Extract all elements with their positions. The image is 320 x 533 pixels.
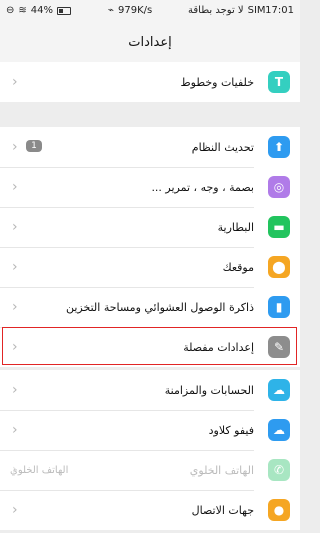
settings-row-value: الهاتف الخلوي <box>10 464 69 476</box>
settings-row[interactable]: ✎ إعدادات مفصلة ‹ <box>0 327 300 367</box>
settings-row: ✆ الهاتف الخلوي الهاتف الخلوي ‹ <box>0 450 300 490</box>
page-title: إعدادات <box>128 34 172 50</box>
settings-row-label: جهات الاتصال <box>191 503 254 517</box>
selection-highlight <box>2 327 297 365</box>
row-divider <box>0 207 254 208</box>
contacts-icon: ● <box>268 499 290 521</box>
chevron-left-icon: ‹ <box>12 259 18 275</box>
row-divider <box>0 247 254 248</box>
row-divider <box>0 410 254 411</box>
row-divider <box>0 167 254 168</box>
settings-row[interactable]: ☁ الحسابات والمزامنة ‹ <box>0 370 300 410</box>
status-time: 17:01 <box>265 5 294 16</box>
settings-row[interactable]: ● جهات الاتصال ‹ <box>0 490 300 530</box>
settings-row-label: موقعك <box>222 260 254 274</box>
settings-row[interactable]: ▬ البطارية ‹ <box>0 207 300 247</box>
settings-row[interactable]: ◎ بصمة ، وجه ، تمرير ... ‹ <box>0 167 300 207</box>
chevron-left-icon: ‹ <box>12 422 18 438</box>
settings-group: ☁ الحسابات والمزامنة ‹ ☁ فيفو كلاود ‹ ✆ الهاتف … <box>0 370 300 530</box>
chevron-left-icon: ‹ <box>12 382 18 398</box>
settings-row-label: بصمة ، وجه ، تمرير ... <box>151 180 254 194</box>
cloud-icon: ☁ <box>268 419 290 441</box>
chevron-left-icon: ‹ <box>12 219 18 235</box>
settings-row[interactable]: T خلفيات وخطوط ‹ <box>0 62 300 102</box>
status-mid: ⌁ 979K/s <box>108 5 152 16</box>
status-left: 17:01 <box>265 5 294 16</box>
settings-row[interactable]: ⬆ تحديث النظام 1 ‹ <box>0 127 300 167</box>
settings-row[interactable]: ▮ ذاكرة الوصول العشوائي ومساحة التخزين ‹ <box>0 287 300 327</box>
location-icon: ⬤ <box>268 256 290 278</box>
settings-row[interactable]: ☁ فيفو كلاود ‹ <box>0 410 300 450</box>
status-right: لا توجد بطاقة SIM <box>188 5 266 16</box>
status-battery-area <box>0 5 100 17</box>
battery-icon: ▬ <box>268 216 290 238</box>
themes-icon: T <box>268 71 290 93</box>
sim-label: SIM <box>247 5 266 16</box>
settings-row-label: الحسابات والمزامنة <box>164 383 254 397</box>
storage-icon: ▮ <box>268 296 290 318</box>
chevron-left-icon: ‹ <box>12 179 18 195</box>
chevron-left-icon: ‹ <box>12 462 18 478</box>
update-count-badge: 1 <box>26 140 42 152</box>
system-update-icon: ⬆ <box>268 136 290 158</box>
settings-row[interactable]: ⬤ موقعك ‹ <box>0 247 300 287</box>
phone-icon: ✆ <box>268 459 290 481</box>
settings-row-label: الهاتف الخلوي <box>189 463 254 477</box>
network-speed: 979K/s <box>118 5 153 16</box>
chevron-left-icon: ‹ <box>12 299 18 315</box>
settings-row-label: فيفو كلاود <box>208 423 254 437</box>
accounts-sync-icon: ☁ <box>268 379 290 401</box>
settings-row-label: خلفيات وخطوط <box>180 75 254 89</box>
row-divider <box>0 450 254 451</box>
settings-group: T خلفيات وخطوط ‹ <box>0 62 300 102</box>
row-divider <box>0 490 254 491</box>
settings-group: ⬆ تحديث النظام 1 ‹ ◎ بصمة ، وجه ، تمرير ... ‹ ▬… <box>0 127 300 367</box>
chevron-left-icon: ‹ <box>12 502 18 518</box>
row-divider <box>0 287 254 288</box>
usb-icon: ⌁ <box>108 5 115 16</box>
settings-row-label: البطارية <box>217 220 254 234</box>
no-sim-text: لا توجد بطاقة <box>188 5 244 16</box>
settings-row-label: ذاكرة الوصول العشوائي ومساحة التخزين <box>65 300 254 314</box>
chevron-left-icon: ‹ <box>12 74 18 90</box>
fingerprint-icon: ◎ <box>268 176 290 198</box>
chevron-left-icon: ‹ <box>12 139 18 155</box>
page-header: إعدادات <box>0 22 300 63</box>
